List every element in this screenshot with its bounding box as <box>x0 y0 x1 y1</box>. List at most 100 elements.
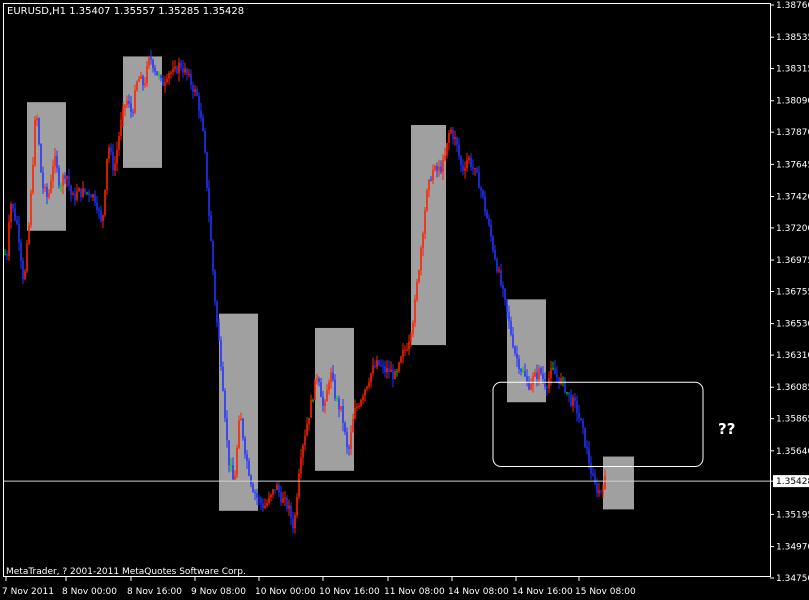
candle-body <box>404 349 406 351</box>
candle-body <box>576 400 578 413</box>
candle-body <box>212 240 214 272</box>
candle-body <box>532 376 534 385</box>
candle-body <box>326 390 328 402</box>
candle-body <box>236 447 238 476</box>
candle-body <box>542 373 544 379</box>
candle-body <box>438 166 440 171</box>
candle-body <box>474 168 476 170</box>
candle-body <box>230 465 232 467</box>
candle-body <box>388 367 390 372</box>
candle-body <box>204 130 206 153</box>
candle-body <box>472 167 474 169</box>
candle-body <box>164 82 166 86</box>
candle-body <box>530 384 532 390</box>
candle-body <box>166 78 168 83</box>
candle-body <box>96 202 98 210</box>
candle-body <box>248 460 250 476</box>
candle-body <box>316 378 318 380</box>
candle-body <box>340 406 342 410</box>
candle-body <box>368 382 370 387</box>
candle-body <box>100 210 102 221</box>
candle-body <box>172 68 174 73</box>
candle-body <box>346 432 348 448</box>
candle-body <box>178 62 180 74</box>
candle-body <box>232 465 234 480</box>
candle-body <box>446 142 448 156</box>
candle-body <box>194 89 196 92</box>
candle-body <box>468 157 470 160</box>
pattern-box-7 <box>603 456 634 510</box>
candle-body <box>84 188 86 193</box>
candle-body <box>470 157 472 168</box>
y-tick-label: 1.38535 <box>776 33 809 43</box>
candle-body <box>62 175 64 186</box>
candle-body <box>126 101 128 105</box>
candle-body <box>442 159 444 172</box>
candle-body <box>512 334 514 347</box>
candle-body <box>138 78 140 82</box>
candle-body <box>538 368 540 379</box>
candle-body <box>130 103 132 112</box>
candle-body <box>222 366 224 391</box>
candle-body <box>518 358 520 370</box>
candle-body <box>276 484 278 490</box>
candle-body <box>380 365 382 367</box>
y-tick-label: 1.36530 <box>776 320 809 330</box>
candle-body <box>392 369 394 379</box>
candle-body <box>146 66 148 84</box>
candle-body <box>150 57 152 60</box>
candle-body <box>176 66 178 74</box>
candle-body <box>572 397 574 406</box>
candle-body <box>270 494 272 498</box>
candle-body <box>122 107 124 120</box>
candle-body <box>92 194 94 198</box>
candle-body <box>386 367 388 373</box>
y-tick-label: 1.35865 <box>776 415 809 425</box>
candle-body <box>244 438 246 455</box>
candle-body <box>76 191 78 200</box>
chart-background <box>0 0 809 600</box>
candle-body <box>586 446 588 449</box>
candle-body <box>190 74 192 85</box>
candle-body <box>50 180 52 193</box>
x-tick-label: 11 Nov 08:00 <box>384 587 445 597</box>
candle-body <box>40 144 42 173</box>
candle-body <box>464 168 466 171</box>
candle-body <box>356 406 358 409</box>
y-tick-label: 1.36085 <box>776 383 809 393</box>
candle-body <box>534 372 536 377</box>
candle-body <box>384 366 386 373</box>
candle-body <box>114 163 116 171</box>
candle-body <box>110 147 112 152</box>
x-tick-label: 8 Nov 16:00 <box>127 587 182 597</box>
candle-body <box>48 192 50 198</box>
candle-body <box>104 189 106 216</box>
candle-body <box>432 169 434 181</box>
candle-body <box>298 473 300 497</box>
candle-body <box>180 62 182 68</box>
candle-body <box>54 155 56 167</box>
candle-body <box>496 259 498 272</box>
candle-body <box>318 378 320 383</box>
candle-body <box>560 378 562 385</box>
candle-body <box>426 190 428 211</box>
candle-body <box>524 371 526 377</box>
candle-body <box>160 75 162 79</box>
candle-body <box>332 372 334 380</box>
candle-body <box>574 397 576 401</box>
candle-body <box>132 111 134 113</box>
candle-body <box>456 137 458 145</box>
candle-body <box>82 188 84 197</box>
candle-body <box>66 176 68 179</box>
candle-body <box>286 497 288 509</box>
candle-body <box>348 447 350 449</box>
candle-body <box>400 356 402 363</box>
y-tick-label: 1.36755 <box>776 288 809 298</box>
candle-body <box>502 285 504 290</box>
candle-body <box>120 119 122 136</box>
candle-body <box>308 417 310 425</box>
candle-body <box>338 398 340 410</box>
x-tick-label: 14 Nov 08:00 <box>448 587 509 597</box>
candle-body <box>124 104 126 108</box>
candle-body <box>294 515 296 529</box>
